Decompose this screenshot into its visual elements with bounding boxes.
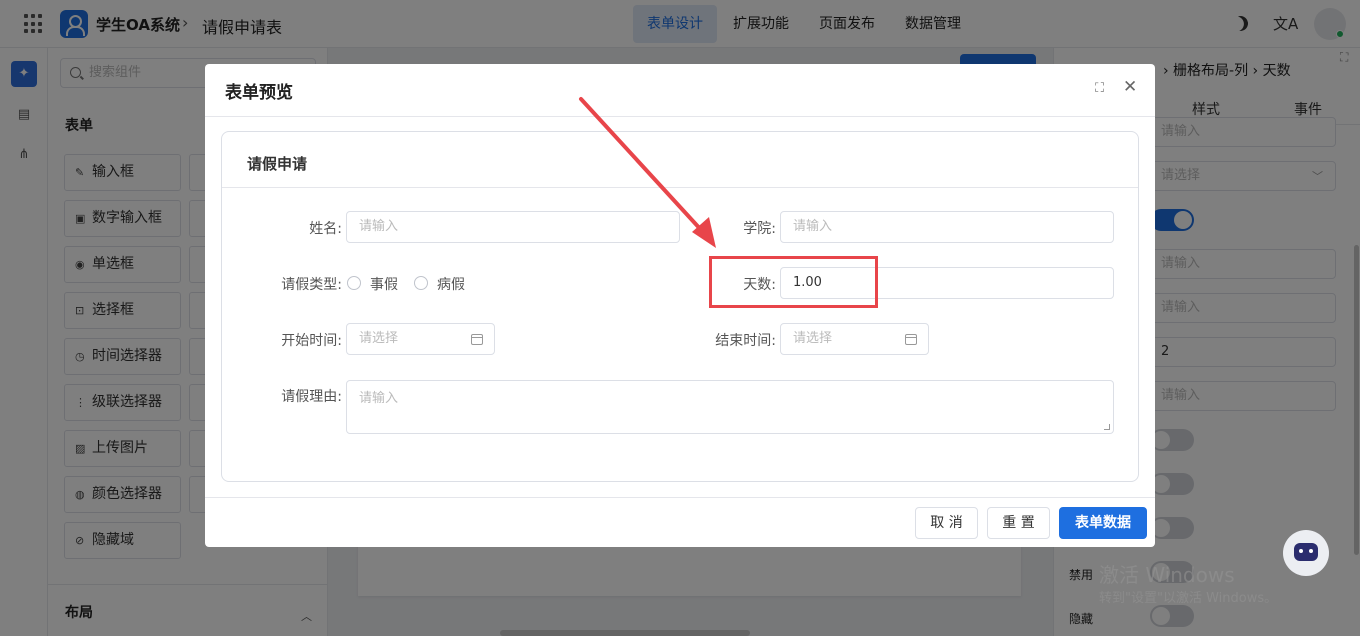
annotation-arrow [579, 97, 716, 248]
